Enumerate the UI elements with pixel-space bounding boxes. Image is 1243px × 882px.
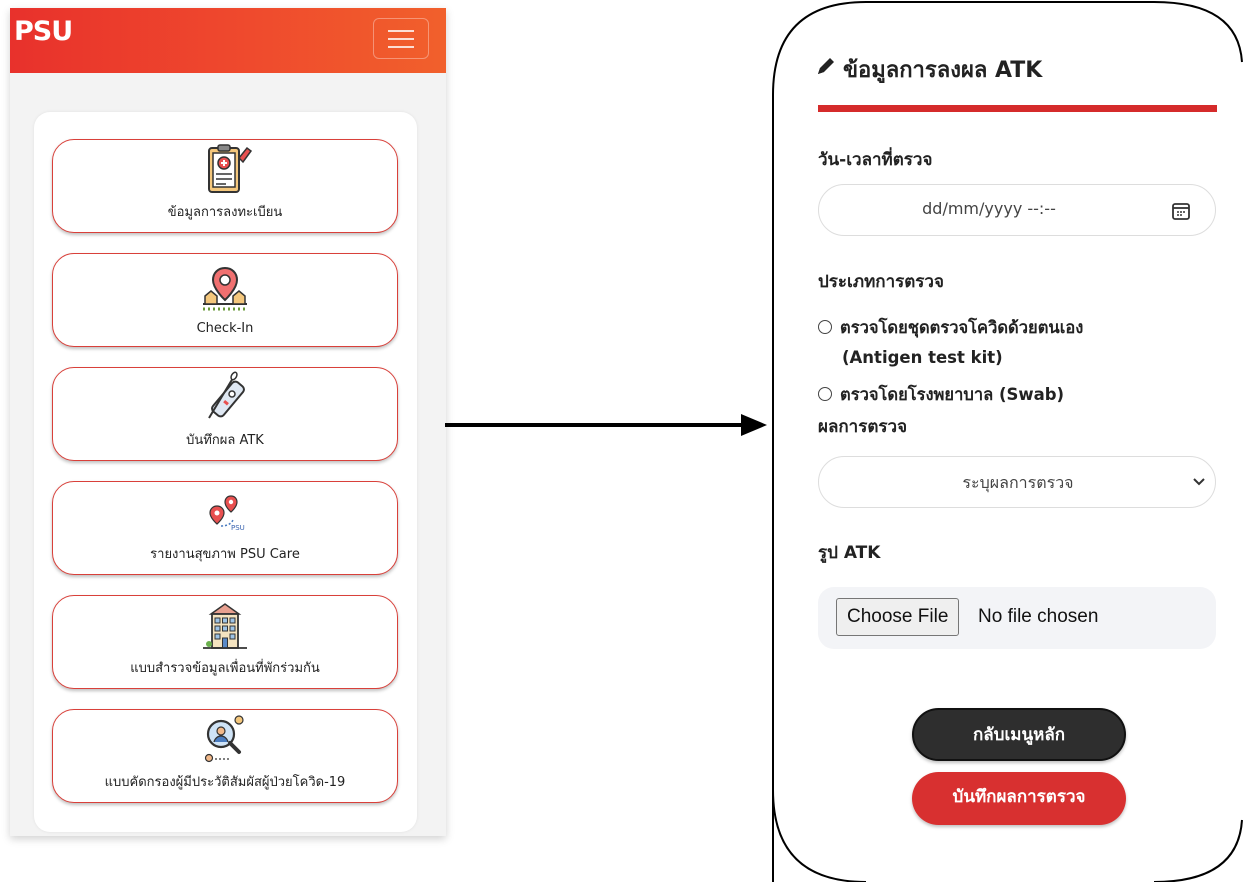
menu-item-label: รายงานสุขภาพ PSU Care xyxy=(150,547,300,562)
psu-logo: PSU xyxy=(14,16,73,47)
form-title: ข้อมูลการลงผล ATK xyxy=(815,52,1042,87)
atk-test-kit-icon xyxy=(208,371,245,419)
chevron-down-icon xyxy=(1193,478,1205,486)
menu-item-label: Check-In xyxy=(196,321,254,336)
menu-item-registration[interactable]: ข้อมูลการลงทะเบียน xyxy=(52,139,398,233)
menu-item-psu-care[interactable]: PSU รายงานสุขภาพ PSU Care xyxy=(52,481,398,575)
hamburger-menu-button[interactable] xyxy=(373,18,429,59)
pencil-icon xyxy=(815,55,837,83)
menu-item-label: แบบสำรวจข้อมูลเพื่อนที่พักร่วมกัน xyxy=(130,661,320,676)
building-icon xyxy=(203,603,247,649)
datetime-placeholder: dd/mm/yyyy --:-- xyxy=(922,199,1056,218)
photo-label: รูป ATK xyxy=(818,543,881,563)
contact-search-icon xyxy=(204,715,244,763)
menu-item-label: แบบคัดกรองผู้มีประวัติสัมผัสผู้ป่วยโควิด… xyxy=(104,775,346,790)
calendar-icon[interactable] xyxy=(1171,201,1191,221)
datetime-label: วัน-เวลาที่ตรวจ xyxy=(818,150,933,170)
menu-item-check-in[interactable]: Check-In xyxy=(52,253,398,347)
result-select[interactable]: ระบุผลการตรวจ xyxy=(818,456,1216,508)
route-map-icon: PSU xyxy=(209,495,245,532)
test-type-label: ประเภทการตรวจ xyxy=(818,272,944,292)
location-pin-icon xyxy=(203,266,247,311)
back-to-menu-button[interactable]: กลับเมนูหลัก xyxy=(912,708,1126,761)
top-navbar: PSU xyxy=(10,8,446,73)
title-divider xyxy=(818,105,1217,112)
radio-antigen-test-kit[interactable]: ตรวจโดยชุดตรวจโควิดด้วยตนเอง xyxy=(818,315,1083,341)
mobile-menu-screen: PSU ข้อมูลการลงทะเบียน Check-In บันทึกผล… xyxy=(10,8,446,836)
menu-item-label: บันทึกผล ATK xyxy=(186,433,264,448)
radio-antigen-subtext: (Antigen test kit) xyxy=(842,348,1003,367)
radio-circle[interactable] xyxy=(818,386,832,401)
radio-hospital-swab[interactable]: ตรวจโดยโรงพยาบาล (Swab) xyxy=(818,382,1064,408)
svg-text:PSU: PSU xyxy=(231,524,245,532)
menu-item-label: ข้อมูลการลงทะเบียน xyxy=(167,205,283,220)
radio-circle[interactable] xyxy=(818,319,832,334)
menu-item-atk-record[interactable]: บันทึกผล ATK xyxy=(52,367,398,461)
result-selected-value: ระบุผลการตรวจ xyxy=(962,473,1074,492)
flow-arrow-icon xyxy=(445,414,767,436)
clipboard-medical-icon xyxy=(208,144,253,193)
menu-item-roommate-survey[interactable]: แบบสำรวจข้อมูลเพื่อนที่พักร่วมกัน xyxy=(52,595,398,689)
main-menu-card: ข้อมูลการลงทะเบียน Check-In บันทึกผล ATK xyxy=(34,112,417,832)
file-status-text: No file chosen xyxy=(978,606,1099,627)
result-label: ผลการตรวจ xyxy=(818,417,908,437)
save-result-button[interactable]: บันทึกผลการตรวจ xyxy=(912,772,1126,825)
file-upload-field: Choose File No file chosen xyxy=(818,587,1216,649)
menu-item-contact-screening[interactable]: แบบคัดกรองผู้มีประวัติสัมผัสผู้ป่วยโควิด… xyxy=(52,709,398,803)
choose-file-button[interactable]: Choose File xyxy=(836,598,960,636)
datetime-input[interactable]: dd/mm/yyyy --:-- xyxy=(818,184,1216,236)
